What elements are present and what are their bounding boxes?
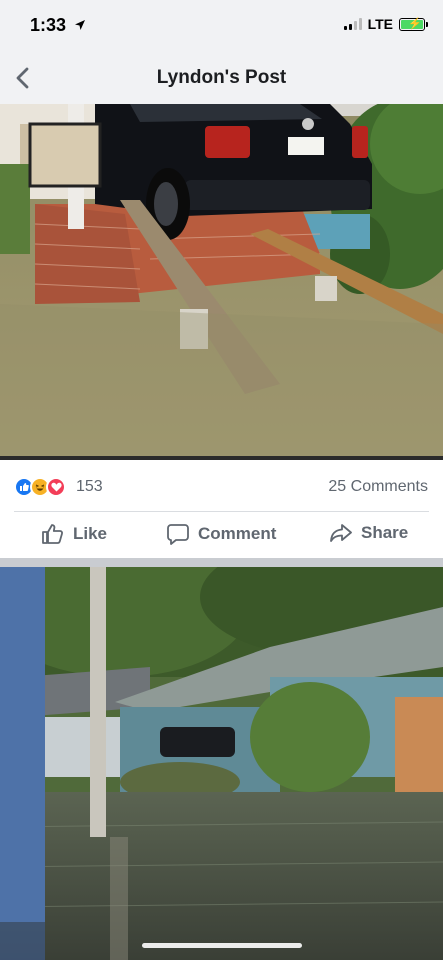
- network-label: LTE: [367, 16, 393, 32]
- battery-charging-icon: ⚡: [399, 17, 428, 31]
- flooded-street-photo: [0, 567, 443, 960]
- share-arrow-icon: [330, 524, 352, 542]
- status-time: 1:33: [30, 15, 86, 36]
- feed-separator: [0, 558, 443, 567]
- location-arrow-icon: [75, 20, 86, 30]
- car-on-ramp-photo: [0, 104, 443, 456]
- thumbs-up-icon: [42, 524, 63, 544]
- nav-header: Lyndon's Post: [0, 52, 443, 104]
- status-bar: 1:33 LTE ⚡: [0, 0, 443, 52]
- reaction-icons: [14, 477, 66, 497]
- page-title: Lyndon's Post: [156, 67, 287, 88]
- status-indicators: LTE ⚡: [343, 16, 428, 32]
- time-text: 1:33: [30, 15, 67, 35]
- comment-button[interactable]: Comment: [167, 523, 276, 545]
- share-label: Share: [361, 523, 409, 542]
- reaction-count: 153: [76, 478, 103, 495]
- post-photo[interactable]: [0, 104, 443, 456]
- home-indicator[interactable]: [142, 943, 302, 948]
- post-actions: Like Comment Share: [0, 512, 443, 558]
- like-button[interactable]: Like: [41, 523, 107, 545]
- love-reaction-icon: [46, 477, 66, 497]
- next-post-photo[interactable]: [0, 567, 443, 960]
- comment-bubble-icon: [167, 524, 189, 545]
- signal-icon: [343, 18, 362, 30]
- like-label: Like: [73, 524, 108, 543]
- comment-label: Comment: [198, 524, 277, 543]
- reactions-summary[interactable]: 153 25 Comments: [0, 460, 443, 512]
- share-button[interactable]: Share: [330, 523, 408, 543]
- comments-count-link[interactable]: 25 Comments: [328, 478, 428, 496]
